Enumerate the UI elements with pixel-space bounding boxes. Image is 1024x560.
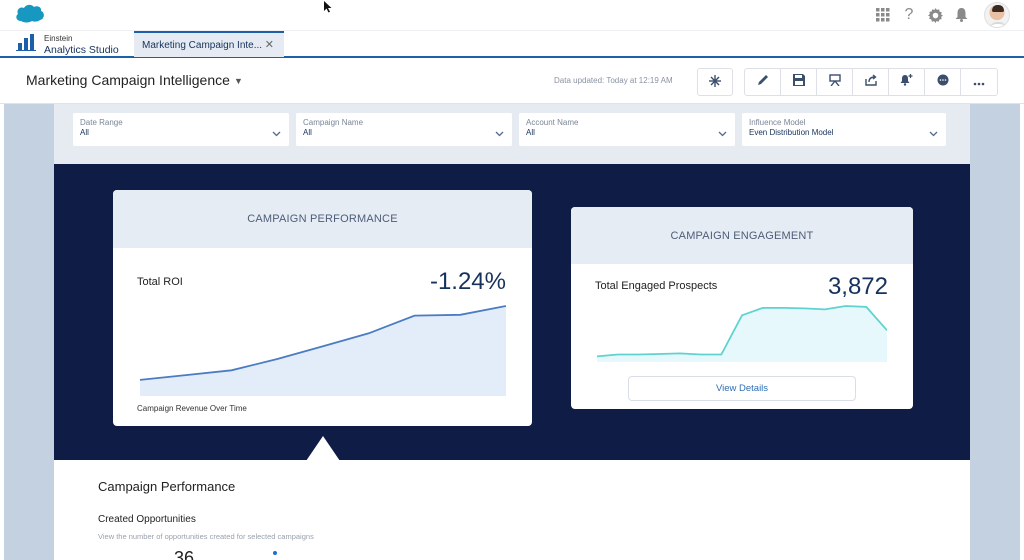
- data-updated-text: Data updated: Today at 12:19 AM: [554, 76, 673, 85]
- save-button[interactable]: [781, 69, 817, 95]
- chevron-down-icon: [929, 124, 938, 142]
- filter-date-range[interactable]: Date Range All: [73, 113, 289, 146]
- app-name[interactable]: Einstein Analytics Studio: [16, 33, 119, 56]
- comment-icon: [937, 73, 949, 91]
- filter-influence-model[interactable]: Influence Model Even Distribution Model: [742, 113, 946, 146]
- present-button[interactable]: [817, 69, 853, 95]
- subsection-description: View the number of opportunities created…: [98, 532, 314, 541]
- right-gutter: [970, 104, 1020, 560]
- help-icon[interactable]: ?: [900, 6, 918, 24]
- chevron-down-icon: [718, 124, 727, 142]
- metric-value: -1.24%: [429, 268, 506, 295]
- caret-down-icon[interactable]: ▼: [234, 76, 243, 86]
- filter-campaign-name[interactable]: Campaign Name All: [296, 113, 512, 146]
- filter-account-name[interactable]: Account Name All: [519, 113, 735, 146]
- engagement-sparkline: [597, 305, 887, 362]
- dashboard-actions: [744, 68, 998, 96]
- detail-section: Campaign Performance Created Opportuniti…: [54, 460, 970, 560]
- close-tab-icon[interactable]: ✕: [265, 38, 274, 51]
- filter-value: All: [303, 128, 312, 137]
- card-title: CAMPAIGN ENGAGEMENT: [670, 229, 814, 242]
- app-name-line2: Analytics Studio: [44, 44, 119, 56]
- add-notification-icon: [900, 73, 913, 91]
- revenue-sparkline-area: [140, 306, 506, 396]
- app-name-line1: Einstein: [44, 34, 73, 43]
- presentation-icon: [828, 73, 841, 91]
- global-header: ?: [0, 0, 1024, 30]
- filter-label: Account Name: [526, 118, 579, 127]
- metric-value: 3,872: [827, 273, 888, 300]
- tab-marketing-campaign[interactable]: Marketing Campaign Inte... ✕: [134, 31, 284, 57]
- filter-value: All: [80, 128, 89, 137]
- dashboard-header: Marketing Campaign Intelligence ▼ Data u…: [0, 60, 1024, 104]
- share-button[interactable]: [853, 69, 889, 95]
- share-icon: [864, 73, 877, 91]
- card-header: CAMPAIGN ENGAGEMENT: [571, 207, 913, 264]
- filter-value: All: [526, 128, 535, 137]
- filter-label: Influence Model: [749, 118, 806, 127]
- view-details-button[interactable]: View Details: [628, 376, 856, 401]
- dashboard-title[interactable]: Marketing Campaign Intelligence: [26, 72, 230, 88]
- setup-gear-icon[interactable]: [926, 6, 944, 24]
- tab-label: Marketing Campaign Inte...: [142, 39, 263, 51]
- comment-button[interactable]: [925, 69, 961, 95]
- app-launcher-icon[interactable]: [874, 6, 892, 24]
- more-button[interactable]: [961, 69, 997, 95]
- notify-button[interactable]: [889, 69, 925, 95]
- analytics-chart-icon: [16, 33, 36, 56]
- opportunities-count: 36: [174, 549, 195, 560]
- filter-label: Campaign Name: [303, 118, 364, 127]
- chevron-down-icon: [495, 124, 504, 142]
- subsection-title: Created Opportunities: [98, 514, 196, 525]
- campaign-performance-card[interactable]: CAMPAIGN PERFORMANCE Total ROI -1.24% Ca…: [113, 190, 532, 426]
- spark-icon: [709, 74, 721, 90]
- card-pointer: [306, 436, 340, 461]
- card-title: CAMPAIGN PERFORMANCE: [247, 213, 398, 225]
- card-header: CAMPAIGN PERFORMANCE: [113, 190, 532, 248]
- chart-caption: Campaign Revenue Over Time: [137, 404, 247, 413]
- user-avatar[interactable]: [984, 2, 1010, 28]
- filter-label: Date Range: [80, 118, 123, 127]
- campaign-engagement-card[interactable]: CAMPAIGN ENGAGEMENT Total Engaged Prospe…: [571, 207, 913, 409]
- filter-value: Even Distribution Model: [749, 128, 834, 137]
- chart-point: [273, 551, 277, 555]
- edit-pencil-icon: [757, 73, 769, 91]
- section-title: Campaign Performance: [98, 479, 236, 494]
- revenue-sparkline: [140, 305, 506, 396]
- salesforce-cloud-icon[interactable]: [14, 3, 46, 28]
- metric-label: Total Engaged Prospects: [595, 280, 718, 292]
- notifications-bell-icon[interactable]: [952, 6, 970, 24]
- edit-button[interactable]: [745, 69, 781, 95]
- spark-button[interactable]: [697, 68, 733, 96]
- filter-bar: Date Range All Campaign Name All Account…: [54, 104, 970, 164]
- more-icon: [973, 73, 985, 91]
- save-disk-icon: [792, 73, 805, 91]
- left-gutter: [4, 104, 54, 560]
- mouse-cursor-icon: [324, 0, 332, 18]
- metric-label: Total ROI: [137, 276, 183, 288]
- chevron-down-icon: [272, 124, 281, 142]
- workspace-tab-bar: Einstein Analytics Studio Marketing Camp…: [0, 30, 1024, 58]
